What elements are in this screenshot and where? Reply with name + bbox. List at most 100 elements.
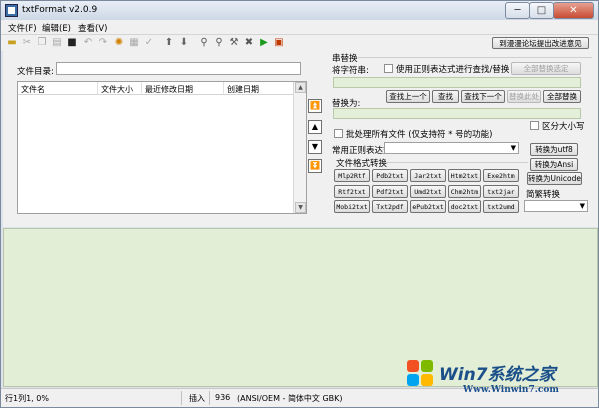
search-input[interactable] [333,77,581,88]
convert-doc2txt-button[interactable]: doc2txt [448,200,481,213]
simp-trad-label: 简繁转换 [526,190,561,200]
cross-tool-icon[interactable]: ✖ [243,37,255,49]
status-position: 行1列1, 0% [5,394,49,403]
control-panel: 到漫漫论坛提出改进意见 文件目录: 文件名 文件大小 最近修改日期 创建日期 ▲… [3,37,598,227]
download-icon[interactable]: ⬇ [178,37,190,49]
col-created[interactable]: 创建日期 [224,82,294,95]
redo-icon[interactable]: ↷ [97,37,109,49]
find-prev-button[interactable]: 查找上一个 [386,90,430,103]
menu-file[interactable]: 文件(F) [8,22,37,34]
save-icon[interactable]: ■ [66,37,78,49]
dir-label: 文件目录: [17,67,54,77]
batch-checkbox[interactable] [334,129,343,138]
convert-rtf2txt-button[interactable]: Rtf2txt [334,185,370,198]
replace-this-button[interactable]: 替换此处 [507,90,541,103]
use-regex-label: 使用正则表达式进行查找/替换 [396,65,510,75]
convert-txt2umd-button[interactable]: txt2umd [483,200,519,213]
app-icon [5,4,18,17]
convert-group-title: 文件格式转换 [336,159,388,169]
watermark-title: Win7系统之家 [439,365,556,385]
stop-icon[interactable]: ▣ [273,37,285,49]
move-up-button[interactable]: ▲ [308,120,322,134]
scroll-up-arrow-icon[interactable]: ▲ [295,82,306,93]
search-label: 将字符串: [332,66,369,76]
replace-input[interactable] [333,108,581,119]
move-bottom-button[interactable]: ⏬ [308,159,322,173]
use-regex-checkbox[interactable] [384,64,393,73]
match-case-checkbox[interactable] [530,121,539,130]
select-icon[interactable]: ▦ [128,37,140,49]
window-controls: ─ □ ✕ [505,2,594,19]
find-button[interactable]: 查找 [432,90,459,103]
convert-jar2txt-button[interactable]: Jar2txt [410,169,446,182]
open-folder-icon[interactable]: ▬ [6,37,18,49]
watermark-url: Www.Winwin7.com [463,385,559,395]
simp-trad-select[interactable]: ▼ [524,200,588,212]
windows-logo-icon [407,360,435,388]
col-size[interactable]: 文件大小 [98,82,142,95]
convert-pdf2txt-button[interactable]: Pdf2txt [372,185,408,198]
col-filename[interactable]: 文件名 [18,82,98,95]
convert-htm2txt-button[interactable]: Htm2txt [448,169,481,182]
move-down-button[interactable]: ▼ [308,140,322,154]
move-down-icon: ▼ [311,142,319,151]
replace-all-button[interactable]: 全部替换 [543,90,581,103]
cut-icon[interactable]: ✂ [21,37,33,49]
run-icon[interactable]: ▶ [258,37,270,49]
convert-mobi2txt-button[interactable]: Mobi2txt [334,200,370,213]
menu-edit[interactable]: 编辑(E) [42,22,71,34]
status-separator [209,391,210,405]
match-case-label: 区分大小写 [542,122,585,132]
col-modified[interactable]: 最近修改日期 [142,82,224,95]
dir-input[interactable] [56,62,301,75]
convert-txt2pdf-button[interactable]: Txt2pdf [372,200,408,213]
status-mode: 插入 [189,394,205,403]
watermark: Win7系统之家 Www.Winwin7.com [403,356,599,406]
undo-icon[interactable]: ↶ [82,37,94,49]
convert-pdb2txt-button[interactable]: Pdb2txt [372,169,408,182]
convert-utf8-button[interactable]: 转换为utf8 [530,143,578,156]
move-up-icon: ▲ [311,122,319,131]
status-separator [181,391,182,405]
window-title: txtFormat v2.0.9 [22,5,98,15]
replace-all-selected-button[interactable]: 全部替换选定 [511,62,581,75]
convert-txt2jar-button[interactable]: txt2jar [483,185,519,198]
search-icon[interactable]: ⚲ [198,37,210,49]
check-icon[interactable]: ✓ [143,37,155,49]
file-list[interactable]: 文件名 文件大小 最近修改日期 创建日期 ▲ ▼ [17,81,307,214]
convert-exe2htm-button[interactable]: Exe2htm [483,169,519,182]
convert-unicode-button[interactable]: 转换为Unicode [527,172,582,185]
replace-group-line [358,57,592,58]
app-window: txtFormat v2.0.9 ─ □ ✕ 文件(F) 编辑(E) 查看(V)… [0,0,599,408]
title-bar: txtFormat v2.0.9 ─ □ ✕ [1,1,598,20]
convert-epub2txt-button[interactable]: ePub2txt [410,200,446,213]
chevron-down-icon: ▼ [510,144,516,152]
regex-label: 常用正则表达式 [332,146,392,156]
copy-icon[interactable]: ❐ [36,37,48,49]
find-next-button[interactable]: 查找下一个 [461,90,505,103]
convert-ansi-button[interactable]: 转换为Ansi [530,158,578,171]
feedback-link-button[interactable]: 到漫漫论坛提出改进意见 [492,37,589,49]
move-top-button[interactable]: ⏫ [308,99,322,113]
upload-icon[interactable]: ⬆ [163,37,175,49]
convert-group-line [385,162,528,163]
convert-chm2htm-button[interactable]: Chm2htm [448,185,481,198]
move-bottom-icon: ⏬ [310,161,320,170]
menu-bar: 文件(F) 编辑(E) 查看(V) [1,20,598,35]
move-top-icon: ⏫ [310,101,320,110]
settings-icon[interactable]: ✺ [113,37,125,49]
status-encoding: (ANSI/OEM - 简体中文 GBK) [237,394,343,403]
convert-umd2txt-button[interactable]: Umd2txt [410,185,446,198]
menu-view[interactable]: 查看(V) [78,22,107,34]
minimize-button[interactable]: ─ [505,2,530,19]
scroll-down-arrow-icon[interactable]: ▼ [295,202,306,213]
search-replace-icon[interactable]: ⚲ [213,37,225,49]
wrench-icon[interactable]: ⚒ [228,37,240,49]
close-button[interactable]: ✕ [553,2,594,19]
regex-select[interactable]: ▼ [384,142,519,154]
maximize-button[interactable]: □ [529,2,554,19]
convert-mlp2rtf-button[interactable]: Mlp2Rtf [334,169,370,182]
file-list-scrollbar[interactable]: ▲ ▼ [293,82,306,213]
status-codepage: 936 [215,393,231,402]
paste-icon[interactable]: ▤ [51,37,63,49]
